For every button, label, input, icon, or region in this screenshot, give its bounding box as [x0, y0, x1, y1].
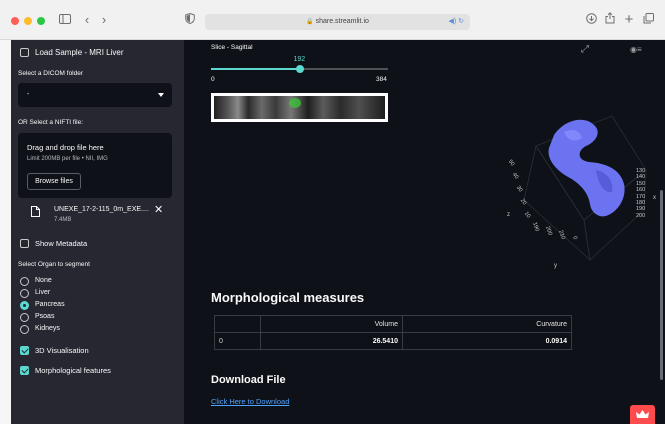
nifti-label: OR Select a NIFTI file: — [18, 119, 84, 126]
fullscreen-icon[interactable]: ⤢ — [581, 44, 589, 55]
uploaded-file-name: UNEXE_17-2-115_0m_EXE.... — [54, 206, 149, 213]
dropzone-title: Drag and drop file here — [27, 143, 104, 152]
file-icon — [31, 206, 40, 219]
organ-radio-kidneys[interactable] — [20, 325, 29, 334]
download-title: Download File — [211, 374, 286, 386]
uploaded-file-size: 7.4MB — [54, 217, 72, 223]
organ-radio-pancreas[interactable] — [20, 301, 29, 310]
axis-ticks-right: 130 140 150 160 170 180 190 200 — [636, 168, 652, 219]
dropzone-hint: Limit 200MB per file • NII, IMG — [27, 156, 108, 162]
crown-icon — [636, 410, 649, 418]
axis-label-z: z — [507, 212, 510, 218]
table-header[interactable]: Volume — [260, 315, 403, 333]
organ-radio-none[interactable] — [20, 277, 29, 286]
back-icon[interactable]: ‹ — [82, 12, 92, 28]
slider-value: 192 — [293, 56, 306, 63]
axis-label-y: y — [554, 263, 557, 269]
forward-icon[interactable]: › — [99, 12, 109, 28]
morphological-features-checkbox[interactable] — [20, 366, 29, 375]
3d-visualisation-checkbox[interactable] — [20, 346, 29, 355]
organ-label: Select Organ to segment — [18, 261, 90, 268]
table-cell: 26.5410 — [260, 332, 403, 350]
url-text: share.streamlit.io — [315, 18, 369, 25]
table-cell: 0 — [214, 332, 261, 350]
3d-visualisation-label: 3D Visualisation — [35, 346, 89, 355]
show-metadata-label: Show Metadata — [35, 239, 88, 248]
dicom-select[interactable]: - — [18, 83, 172, 107]
shield-icon[interactable] — [184, 12, 196, 28]
organ-radio-liver[interactable] — [20, 289, 29, 298]
main-content: Slice - Sagittal 192 0 384 ⤢ ◉≡ 130 140 — [184, 40, 665, 424]
browser-window: ‹ › 🔒 share.streamlit.io ◀) ↻ + Load Samp… — [0, 0, 665, 424]
browser-toolbar: ‹ › 🔒 share.streamlit.io ◀) ↻ + — [0, 0, 665, 40]
mri-slice-image — [214, 96, 385, 119]
organ-option-label: Liver — [35, 289, 51, 296]
load-sample-checkbox[interactable] — [20, 48, 29, 57]
organ-option-label: Kidneys — [35, 325, 60, 332]
close-window-dot[interactable] — [11, 17, 19, 25]
reload-icon[interactable]: ◀) ↻ — [448, 14, 464, 30]
dicom-select-value: - — [27, 91, 30, 98]
address-bar[interactable]: 🔒 share.streamlit.io ◀) ↻ — [205, 14, 470, 30]
organ-option-label: Psoas — [35, 313, 55, 320]
lock-icon: 🔒 — [306, 19, 314, 25]
tabs-icon[interactable] — [642, 12, 654, 28]
plot-toolbar-icon[interactable]: ◉≡ — [630, 45, 642, 54]
axis-tick: 200 — [636, 212, 646, 219]
slider-fill — [211, 68, 300, 70]
morphological-features-label: Morphological features — [35, 366, 111, 375]
slice-slider[interactable] — [211, 65, 388, 73]
slider-max: 384 — [376, 76, 387, 83]
scrollbar[interactable] — [660, 190, 663, 380]
segmentation-overlay — [289, 98, 302, 109]
slider-min: 0 — [211, 76, 215, 83]
table-cell: 0.0914 — [402, 332, 572, 350]
slice-image-frame — [211, 93, 388, 122]
morph-title: Morphological measures — [211, 290, 365, 305]
show-metadata-checkbox[interactable] — [20, 239, 29, 248]
share-icon[interactable] — [604, 12, 616, 28]
sidebar: Load Sample - MRI Liver Select a DICOM f… — [11, 40, 184, 424]
chevron-down-icon — [158, 93, 164, 97]
organ-radio-psoas[interactable] — [20, 313, 29, 322]
mesh-body — [548, 119, 625, 217]
maximize-window-dot[interactable] — [37, 17, 45, 25]
pancreas-mesh — [548, 119, 625, 217]
new-tab-icon[interactable]: + — [623, 12, 635, 28]
sidebar-icon[interactable] — [58, 12, 72, 28]
table-header[interactable] — [214, 315, 261, 333]
slider-label: Slice - Sagittal — [211, 44, 253, 51]
morph-table: Volume Curvature 0 26.5410 0.0914 — [214, 315, 572, 350]
close-icon[interactable]: ✕ — [154, 203, 163, 216]
load-sample-label: Load Sample - MRI Liver — [35, 48, 124, 57]
streamlit-badge[interactable] — [630, 405, 655, 424]
table-header[interactable]: Curvature — [402, 315, 572, 333]
table-row: 0 26.5410 0.0914 — [214, 332, 572, 350]
download-icon[interactable] — [585, 12, 597, 28]
file-dropzone[interactable]: Drag and drop file here Limit 200MB per … — [18, 133, 172, 198]
slider-handle[interactable] — [295, 65, 304, 73]
dicom-label: Select a DICOM folder — [18, 70, 84, 77]
organ-option-label: None — [35, 277, 52, 284]
table-header-row: Volume Curvature — [214, 315, 572, 333]
browse-files-button[interactable]: Browse files — [27, 173, 81, 190]
minimize-window-dot[interactable] — [24, 17, 32, 25]
organ-option-label: Pancreas — [35, 301, 65, 308]
axis-label-x: x — [653, 195, 656, 201]
download-link[interactable]: Click Here to Download — [211, 397, 289, 406]
